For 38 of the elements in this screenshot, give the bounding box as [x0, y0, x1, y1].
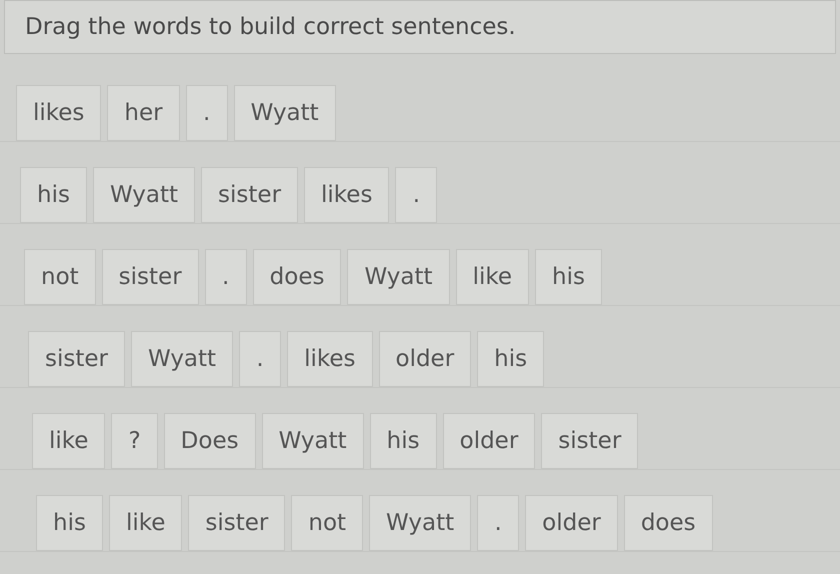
- word-tile[interactable]: not: [291, 495, 364, 551]
- word-tile[interactable]: sister: [188, 495, 286, 551]
- word-tile[interactable]: his: [477, 331, 544, 387]
- word-tile[interactable]: like: [108, 495, 182, 551]
- word-tile[interactable]: sister: [102, 249, 199, 305]
- word-tile[interactable]: likes: [304, 167, 390, 223]
- word-tile[interactable]: her: [107, 85, 180, 141]
- word-tile[interactable]: likes: [16, 85, 102, 141]
- word-tile[interactable]: older: [442, 413, 536, 469]
- word-tile[interactable]: Wyatt: [92, 167, 196, 223]
- word-tile[interactable]: like: [32, 413, 106, 469]
- word-tile[interactable]: sister: [28, 331, 125, 387]
- word-tile[interactable]: sister: [541, 413, 638, 469]
- word-tile[interactable]: .: [239, 331, 282, 387]
- word-tile[interactable]: .: [395, 167, 438, 223]
- word-tile[interactable]: his: [36, 495, 103, 551]
- word-tile[interactable]: Does: [164, 413, 256, 469]
- word-tile[interactable]: .: [204, 249, 247, 305]
- word-tile[interactable]: .: [477, 495, 520, 551]
- word-tile[interactable]: sister: [201, 167, 298, 223]
- word-tile[interactable]: his: [535, 249, 602, 305]
- word-tile[interactable]: his: [370, 413, 437, 469]
- word-tile[interactable]: does: [252, 249, 342, 305]
- word-tile[interactable]: Wyatt: [130, 331, 234, 387]
- word-tile[interactable]: his: [20, 167, 87, 223]
- word-tile[interactable]: like: [456, 249, 529, 305]
- word-tile[interactable]: .: [186, 85, 228, 141]
- word-tile[interactable]: does: [624, 495, 713, 551]
- word-tile[interactable]: older: [525, 495, 618, 551]
- word-tile[interactable]: Wyatt: [262, 413, 364, 469]
- word-tile[interactable]: likes: [287, 331, 372, 387]
- word-tile[interactable]: Wyatt: [369, 495, 472, 551]
- word-tile[interactable]: ?: [111, 413, 158, 469]
- word-tile[interactable]: not: [24, 249, 96, 305]
- word-tile[interactable]: Wyatt: [234, 85, 336, 141]
- word-tile[interactable]: older: [378, 331, 472, 387]
- instruction-text: Drag the words to build correct sentences.: [25, 12, 516, 42]
- word-tile[interactable]: Wyatt: [347, 249, 450, 305]
